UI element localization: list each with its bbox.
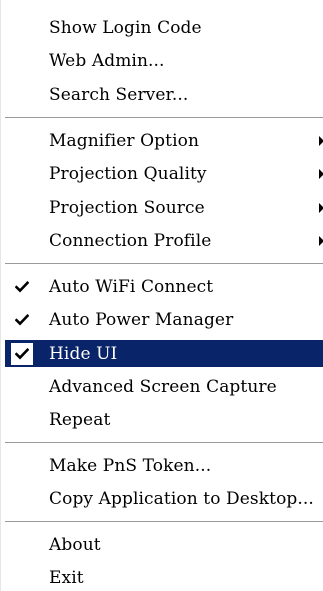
menu-item-label: Show Login Code <box>49 17 202 38</box>
menu-item-exit[interactable]: Exit <box>5 564 323 591</box>
menu-item-advanced-screen-capture[interactable]: Advanced Screen Capture <box>5 373 323 400</box>
menu-item-copy-application-to-desktop[interactable]: Copy Application to Desktop... <box>5 485 323 512</box>
menu-item-repeat[interactable]: Repeat <box>5 406 323 433</box>
menu-item-connection-profile[interactable]: Connection Profile <box>5 227 323 254</box>
context-menu: Show Login Code Web Admin... Search Serv… <box>0 0 323 591</box>
menu-item-hide-ui[interactable]: Hide UI <box>5 340 323 367</box>
menu-item-web-admin[interactable]: Web Admin... <box>5 47 323 74</box>
menu-item-show-login-code[interactable]: Show Login Code <box>5 14 323 41</box>
menu-item-label: Projection Source <box>49 197 205 218</box>
menu-item-magnifier-option[interactable]: Magnifier Option <box>5 127 323 154</box>
menu-item-projection-quality[interactable]: Projection Quality <box>5 160 323 187</box>
menu-item-label: Repeat <box>49 409 111 430</box>
submenu-arrow-icon <box>319 235 323 246</box>
menu-item-label: Web Admin... <box>49 50 165 71</box>
menu-item-label: Auto Power Manager <box>49 309 234 330</box>
menu-item-label: Make PnS Token... <box>49 455 212 476</box>
menu-item-search-server[interactable]: Search Server... <box>5 81 323 108</box>
menu-item-label: Connection Profile <box>49 230 212 251</box>
menu-item-label: Magnifier Option <box>49 130 200 151</box>
checkmark-icon <box>14 312 30 328</box>
menu-separator <box>5 521 323 523</box>
menu-item-label: Advanced Screen Capture <box>49 376 277 397</box>
menu-item-label: Auto WiFi Connect <box>49 276 214 297</box>
menu-separator <box>5 263 323 265</box>
menu-item-auto-power-manager[interactable]: Auto Power Manager <box>5 306 323 333</box>
menu-item-label: About <box>49 534 101 555</box>
menu-item-auto-wifi-connect[interactable]: Auto WiFi Connect <box>5 273 323 300</box>
checkmark-icon <box>14 279 30 295</box>
menu-item-make-pns-token[interactable]: Make PnS Token... <box>5 452 323 479</box>
menu-item-about[interactable]: About <box>5 531 323 558</box>
menu-item-label: Search Server... <box>49 84 189 105</box>
submenu-arrow-icon <box>319 168 323 179</box>
menu-item-label: Exit <box>49 567 84 588</box>
menu-separator <box>5 442 323 444</box>
checkmark-icon <box>11 342 33 365</box>
menu-item-label: Projection Quality <box>49 163 207 184</box>
submenu-arrow-icon <box>319 202 323 213</box>
menu-item-label: Copy Application to Desktop... <box>49 488 314 509</box>
menu-separator <box>5 117 323 119</box>
submenu-arrow-icon <box>319 135 323 146</box>
menu-item-projection-source[interactable]: Projection Source <box>5 194 323 221</box>
menu-item-label: Hide UI <box>49 343 118 364</box>
